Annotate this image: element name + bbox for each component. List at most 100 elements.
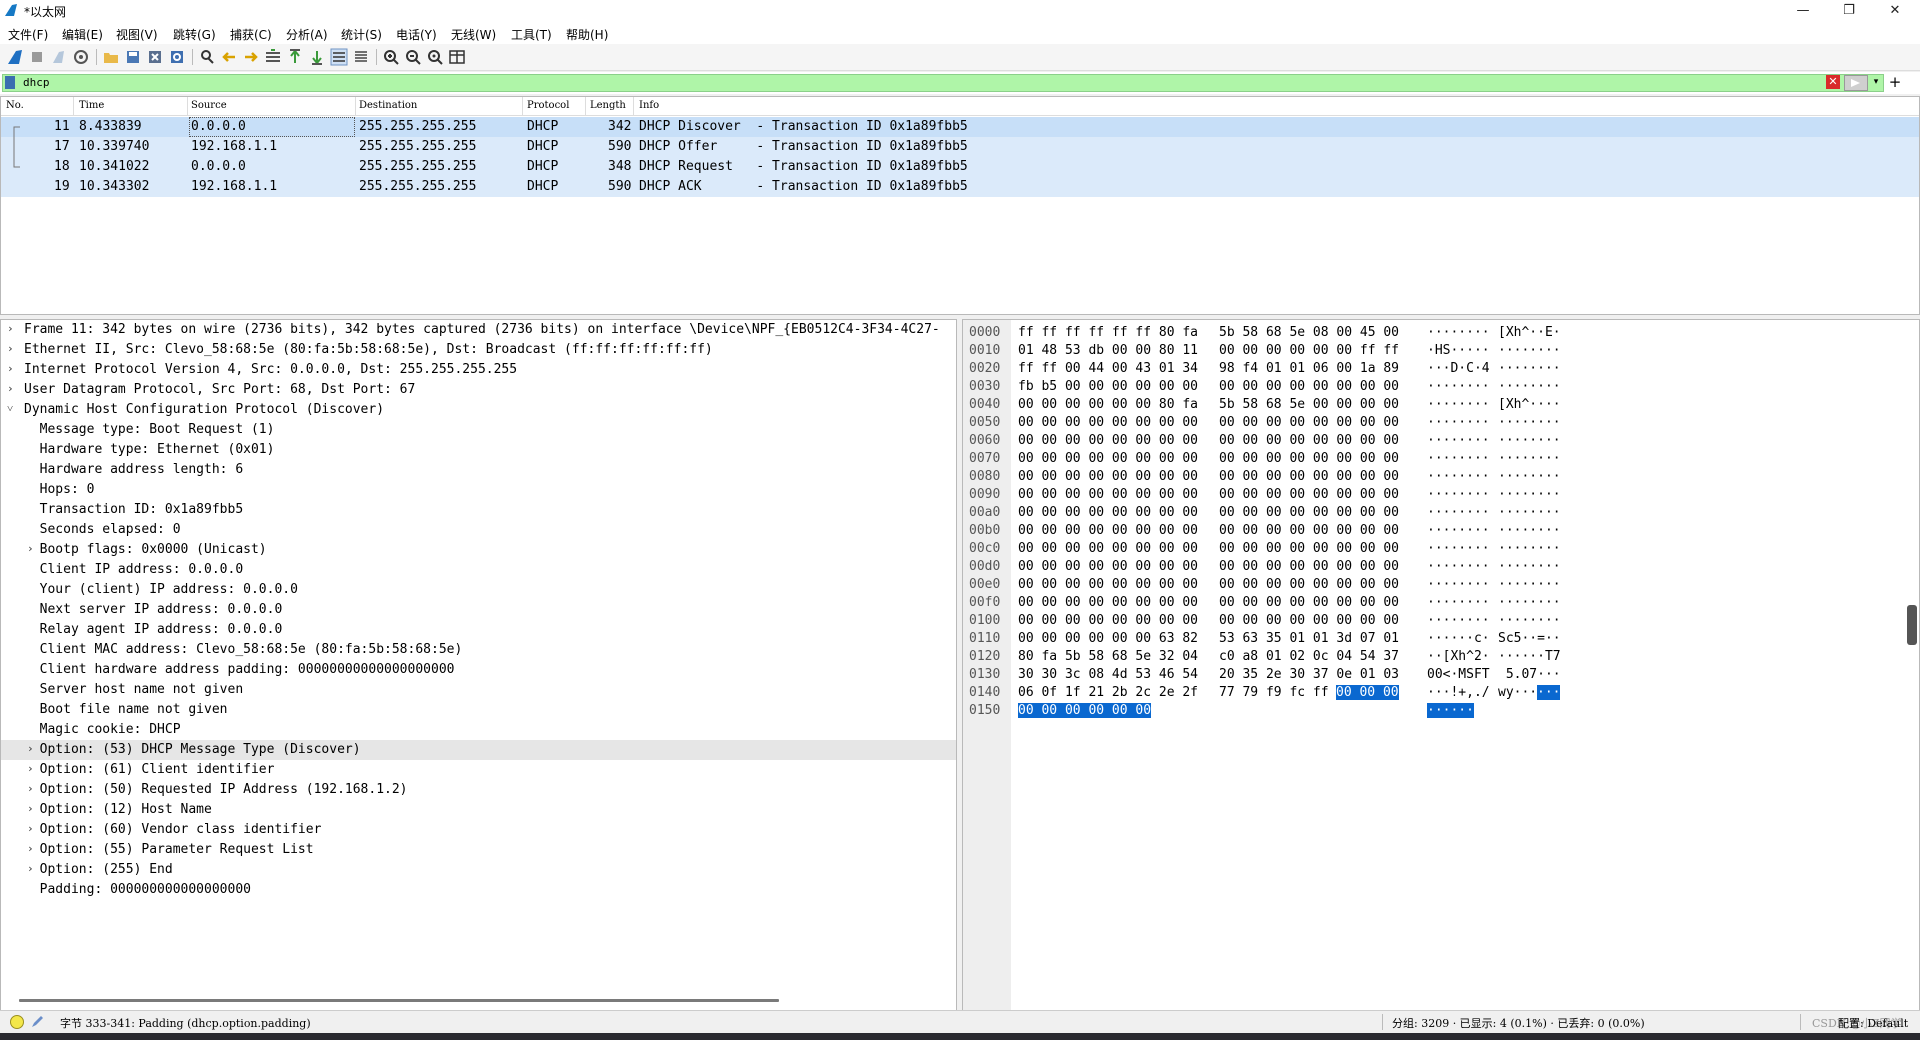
expand-arrow-icon[interactable]: › bbox=[7, 322, 17, 335]
restart-icon[interactable] bbox=[50, 48, 68, 66]
column-info[interactable]: Info bbox=[639, 100, 659, 111]
tree-item[interactable]: Magic cookie: DHCP bbox=[1, 720, 956, 740]
menu-file[interactable]: 文件(F) bbox=[8, 26, 48, 43]
find-icon[interactable] bbox=[198, 48, 216, 66]
hex-row[interactable]: 00e0 00 00 00 00 00 00 00 00 00 00 00 00 0… bbox=[963, 576, 1903, 594]
last-packet-icon[interactable] bbox=[308, 48, 326, 66]
tree-item-ipv4[interactable]: › Internet Protocol Version 4, Src: 0.0.0… bbox=[1, 360, 956, 380]
column-separator[interactable] bbox=[73, 97, 74, 115]
menu-telephony[interactable]: 电话(Y) bbox=[396, 26, 437, 43]
minimize-button[interactable]: — bbox=[1780, 0, 1826, 22]
tree-item-option-53-selected[interactable]: › Option: (53) DHCP Message Type (Discov… bbox=[1, 740, 956, 760]
apply-filter-icon[interactable] bbox=[1844, 75, 1868, 91]
tree-item[interactable]: Seconds elapsed: 0 bbox=[1, 520, 956, 540]
tree-item[interactable]: Transaction ID: 0x1a89fbb5 bbox=[1, 500, 956, 520]
column-separator[interactable] bbox=[355, 97, 356, 115]
go-to-packet-icon[interactable] bbox=[264, 48, 282, 66]
close-button[interactable]: ✕ bbox=[1872, 0, 1918, 22]
packet-details-tree[interactable]: › Frame 11: 342 bytes on wire (2736 bits)… bbox=[0, 319, 957, 1011]
hex-row[interactable]: 0020 ff ff 00 44 00 43 01 34 98 f4 01 01 0… bbox=[963, 360, 1903, 378]
tree-item-frame[interactable]: › Frame 11: 342 bytes on wire (2736 bits)… bbox=[1, 320, 956, 340]
hex-row[interactable]: 0000 ff ff ff ff ff ff 80 fa 5b 58 68 5e 0… bbox=[963, 324, 1903, 342]
hex-row[interactable]: 00b0 00 00 00 00 00 00 00 00 00 00 00 00 0… bbox=[963, 522, 1903, 540]
hex-row[interactable]: 0010 01 48 53 db 00 00 80 11 00 00 00 00 0… bbox=[963, 342, 1903, 360]
tree-item[interactable]: Client hardware address padding: 0000000… bbox=[1, 660, 956, 680]
hex-row[interactable]: 0070 00 00 00 00 00 00 00 00 00 00 00 00 0… bbox=[963, 450, 1903, 468]
column-length[interactable]: Length bbox=[590, 100, 626, 111]
expand-arrow-icon[interactable]: › bbox=[7, 342, 17, 355]
horizontal-scrollbar[interactable] bbox=[19, 999, 779, 1002]
clear-filter-icon[interactable]: ✕ bbox=[1826, 75, 1840, 89]
save-file-icon[interactable] bbox=[124, 48, 142, 66]
tree-item[interactable]: Hops: 0 bbox=[1, 480, 956, 500]
packet-row[interactable]: 11 8.433839 0.0.0.0 255.255.255.255 DHCP… bbox=[1, 117, 1919, 137]
zoom-out-icon[interactable] bbox=[404, 48, 422, 66]
zoom-in-icon[interactable] bbox=[382, 48, 400, 66]
tree-item[interactable]: Hardware type: Ethernet (0x01) bbox=[1, 440, 956, 460]
expert-info-icon[interactable] bbox=[10, 1015, 24, 1029]
hex-row[interactable]: 0030 fb b5 00 00 00 00 00 00 00 00 00 00 0… bbox=[963, 378, 1903, 396]
reload-icon[interactable] bbox=[168, 48, 186, 66]
hex-row[interactable]: 0080 00 00 00 00 00 00 00 00 00 00 00 00 0… bbox=[963, 468, 1903, 486]
tree-item[interactable]: Hardware address length: 6 bbox=[1, 460, 956, 480]
column-source[interactable]: Source bbox=[191, 100, 227, 111]
menu-analyze[interactable]: 分析(A) bbox=[286, 26, 328, 43]
tree-item-option[interactable]: › Option: (255) End bbox=[1, 860, 956, 880]
tree-item-padding[interactable]: Padding: 000000000000000000 bbox=[1, 880, 956, 900]
collapse-arrow-icon[interactable]: ˅ bbox=[7, 402, 17, 415]
menu-go[interactable]: 跳转(G) bbox=[173, 26, 216, 43]
hex-row[interactable]: 0100 00 00 00 00 00 00 00 00 00 00 00 00 0… bbox=[963, 612, 1903, 630]
tree-item-option[interactable]: › Option: (60) Vendor class identifier bbox=[1, 820, 956, 840]
expand-arrow-icon[interactable]: › bbox=[7, 382, 17, 395]
tree-item-dhcp[interactable]: ˅ Dynamic Host Configuration Protocol (Di… bbox=[1, 400, 956, 420]
tree-item[interactable]: Server host name not given bbox=[1, 680, 956, 700]
tree-item[interactable]: › Bootp flags: 0x0000 (Unicast) bbox=[1, 540, 956, 560]
status-profile[interactable]: 配置: Default bbox=[1838, 1015, 1908, 1031]
splitter-handle[interactable] bbox=[1907, 605, 1917, 645]
filter-history-dropdown[interactable]: ▾ bbox=[1870, 75, 1882, 89]
tree-item[interactable]: Relay agent IP address: 0.0.0.0 bbox=[1, 620, 956, 640]
menu-edit[interactable]: 编辑(E) bbox=[62, 26, 103, 43]
hex-row[interactable]: 00c0 00 00 00 00 00 00 00 00 00 00 00 00 0… bbox=[963, 540, 1903, 558]
normal-size-icon[interactable] bbox=[426, 48, 444, 66]
packet-bytes-pane[interactable]: 0000 ff ff ff ff ff ff 80 fa 5b 58 68 5e 0… bbox=[962, 319, 1920, 1011]
tree-item-option[interactable]: › Option: (50) Requested IP Address (192… bbox=[1, 780, 956, 800]
packet-row[interactable]: 17 10.339740 192.168.1.1 255.255.255.255… bbox=[1, 137, 1919, 157]
hex-row[interactable]: 0140 06 0f 1f 21 2b 2c 2e 2f 77 79 f9 fc f… bbox=[963, 684, 1903, 702]
hex-row[interactable]: 00d0 00 00 00 00 00 00 00 00 00 00 00 00 0… bbox=[963, 558, 1903, 576]
resize-columns-icon[interactable] bbox=[448, 48, 466, 66]
tree-item[interactable]: Next server IP address: 0.0.0.0 bbox=[1, 600, 956, 620]
options-icon[interactable] bbox=[72, 48, 90, 66]
tree-item[interactable]: Client IP address: 0.0.0.0 bbox=[1, 560, 956, 580]
column-separator[interactable] bbox=[187, 97, 188, 115]
display-filter-input[interactable]: dhcp bbox=[2, 74, 1884, 92]
shark-start-icon[interactable] bbox=[6, 48, 24, 66]
hex-row[interactable]: 0150 00 00 00 00 00 00 ······ bbox=[963, 702, 1903, 720]
hex-row[interactable]: 0110 00 00 00 00 00 00 63 82 53 63 35 01 0… bbox=[963, 630, 1903, 648]
hex-row[interactable]: 0040 00 00 00 00 00 00 80 fa 5b 58 68 5e 0… bbox=[963, 396, 1903, 414]
tree-item-option[interactable]: › Option: (55) Parameter Request List bbox=[1, 840, 956, 860]
column-no[interactable]: No. bbox=[6, 100, 24, 111]
tree-item[interactable]: Boot file name not given bbox=[1, 700, 956, 720]
tree-item-option[interactable]: › Option: (12) Host Name bbox=[1, 800, 956, 820]
go-back-icon[interactable] bbox=[220, 48, 238, 66]
tree-item[interactable]: Your (client) IP address: 0.0.0.0 bbox=[1, 580, 956, 600]
add-filter-button[interactable]: + bbox=[1888, 74, 1902, 90]
go-forward-icon[interactable] bbox=[242, 48, 260, 66]
tree-item[interactable]: Message type: Boot Request (1) bbox=[1, 420, 956, 440]
tree-item-option[interactable]: › Option: (61) Client identifier bbox=[1, 760, 956, 780]
packet-list[interactable]: No. Time Source Destination Protocol Len… bbox=[0, 96, 1920, 315]
maximize-button[interactable]: ❐ bbox=[1826, 0, 1872, 22]
hex-row[interactable]: 0130 30 30 3c 08 4d 53 46 54 20 35 2e 30 3… bbox=[963, 666, 1903, 684]
autoscroll-icon[interactable] bbox=[330, 48, 348, 66]
column-separator[interactable] bbox=[633, 97, 634, 115]
first-packet-icon[interactable] bbox=[286, 48, 304, 66]
tree-item[interactable]: Client MAC address: Clevo_58:68:5e (80:f… bbox=[1, 640, 956, 660]
open-file-icon[interactable] bbox=[102, 48, 120, 66]
capture-comment-icon[interactable] bbox=[30, 1015, 44, 1029]
hex-row[interactable]: 0120 80 fa 5b 58 68 5e 32 04 c0 a8 01 02 0… bbox=[963, 648, 1903, 666]
packet-row[interactable]: 18 10.341022 0.0.0.0 255.255.255.255 DHC… bbox=[1, 157, 1919, 177]
hex-row[interactable]: 0090 00 00 00 00 00 00 00 00 00 00 00 00 0… bbox=[963, 486, 1903, 504]
menu-statistics[interactable]: 统计(S) bbox=[341, 26, 382, 43]
expand-arrow-icon[interactable]: › bbox=[7, 362, 17, 375]
